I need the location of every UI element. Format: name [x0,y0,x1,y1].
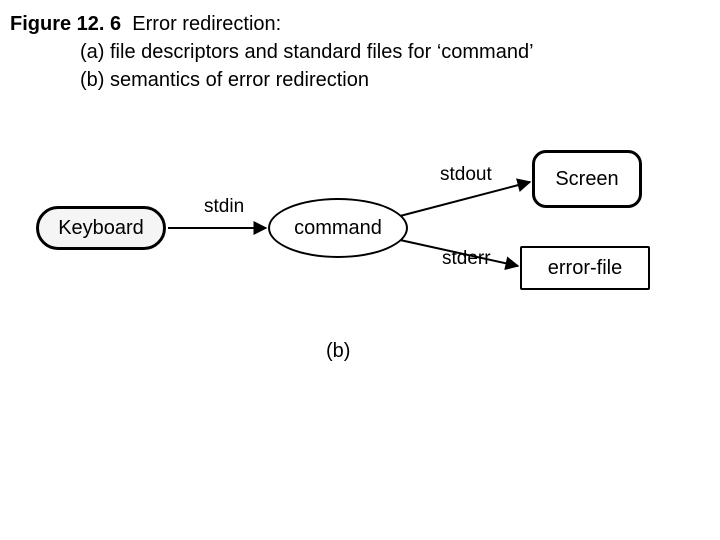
node-command: command [268,198,408,258]
figure-number: Figure 12. 6 [10,13,121,35]
node-command-label: command [294,217,382,240]
node-errorfile-label: error-file [548,257,622,280]
panel-label-b: (b) [326,340,350,363]
node-keyboard-label: Keyboard [58,217,144,240]
figure-title-text: Error redirection: [132,13,281,35]
caption-line-a: (a) file descriptors and standard files … [10,38,710,66]
diagram-stage: Keyboard command Screen error-file stdin… [0,150,720,450]
figure-caption: Figure 12. 6 Error redirection: (a) file… [0,0,720,94]
caption-line-b: (b) semantics of error redirection [10,66,710,94]
edge-label-stdout: stdout [440,164,492,186]
edge-stdout [400,182,530,216]
edge-label-stdin: stdin [204,196,244,218]
node-screen: Screen [532,150,642,208]
node-keyboard: Keyboard [36,206,166,250]
node-errorfile: error-file [520,246,650,290]
edge-label-stderr: stderr [442,248,491,270]
node-screen-label: Screen [555,168,618,191]
